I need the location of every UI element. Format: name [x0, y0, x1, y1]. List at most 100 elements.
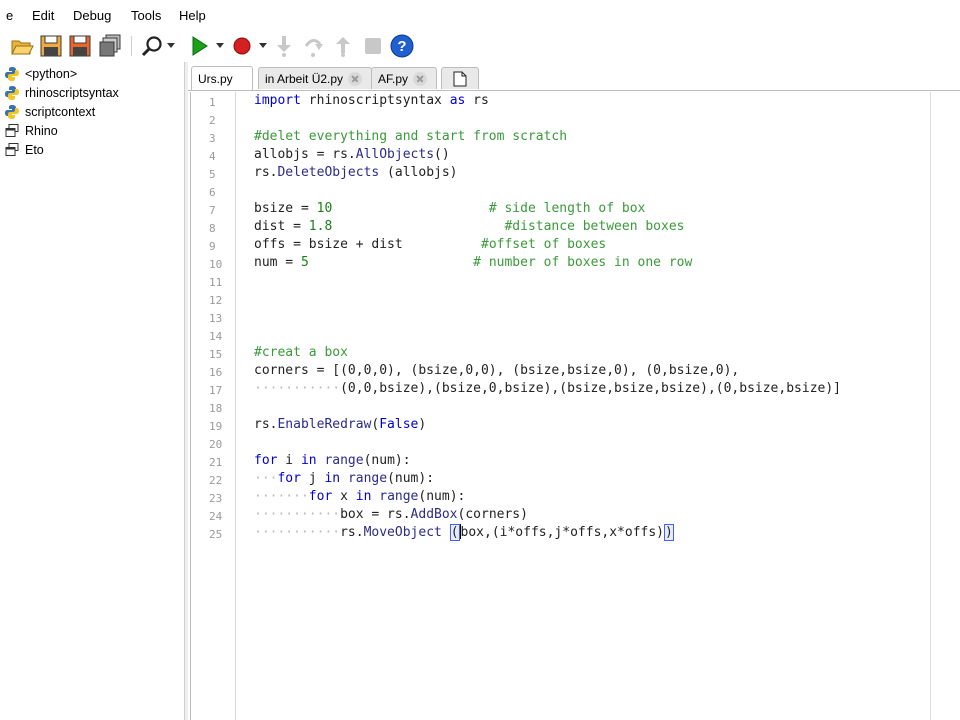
- namespace-icon: [5, 143, 19, 156]
- tree-item-eto[interactable]: Eto: [4, 141, 44, 159]
- tree-item-rhinoscriptsyntax[interactable]: rhinoscriptsyntax: [4, 84, 119, 102]
- tab-label: in Arbeit Ü2.py: [265, 71, 344, 86]
- menu-file[interactable]: e: [6, 8, 13, 23]
- panel-splitter[interactable]: [185, 62, 188, 720]
- keyword: for: [254, 453, 278, 468]
- function-name: EnableRedraw: [277, 417, 372, 432]
- namespace-icon: [5, 124, 19, 137]
- code-text: (corners): [457, 507, 528, 522]
- code-line-4: allobjs = rs.AllObjects(): [254, 146, 450, 164]
- code-text: (num):: [418, 489, 466, 504]
- code-line-1: import rhinoscriptsyntax as rs: [254, 92, 489, 110]
- tree-item-rhino[interactable]: Rhino: [4, 122, 58, 140]
- code-line-9: offs = bsize + dist #offset of boxes: [254, 236, 606, 254]
- chevron-down-icon[interactable]: [216, 43, 224, 49]
- close-icon[interactable]: [348, 71, 363, 86]
- tree-item-label: Rhino: [25, 124, 58, 138]
- code-line-3: #delet everything and start from scratch: [254, 129, 568, 144]
- comment: #distance between boxes: [504, 219, 685, 234]
- function-name: DeleteObjects: [277, 165, 380, 180]
- keyword: as: [449, 93, 466, 108]
- menu-help[interactable]: Help: [179, 8, 206, 23]
- code-area[interactable]: import rhinoscriptsyntax as rs #delet ev…: [254, 92, 924, 720]
- line-number: 9: [209, 240, 216, 253]
- code-text: rs.: [254, 165, 278, 180]
- function-name: AllObjects: [355, 147, 435, 162]
- tab-in-arbeit-u2-py[interactable]: in Arbeit Ü2.py: [258, 67, 372, 89]
- line-number: 2: [209, 114, 216, 127]
- code-text: (allobjs): [379, 165, 458, 180]
- code-line-21: for i in range(num):: [254, 452, 411, 470]
- tab-urs-py[interactable]: Urs.py: [191, 66, 253, 90]
- code-editor[interactable]: 1 2 3 4 5 6 7 8 9 10 11 12 13 14 15 16 1…: [190, 92, 931, 720]
- code-text: rs.: [254, 417, 278, 432]
- line-number: 23: [209, 492, 223, 505]
- step-over-icon[interactable]: [301, 34, 325, 58]
- save-as-icon[interactable]: [68, 34, 92, 58]
- code-line-17: ···········(0,0,bsize),(bsize,0,bsize),(…: [254, 380, 841, 398]
- whitespace-dots: ···········: [254, 507, 341, 522]
- step-into-icon[interactable]: [272, 34, 296, 58]
- line-number: 15: [209, 348, 223, 361]
- line-number: 13: [209, 312, 223, 325]
- comment: #offset of boxes: [481, 237, 607, 252]
- save-all-icon[interactable]: [98, 34, 122, 58]
- code-line-23: ·······for x in range(num):: [254, 488, 465, 506]
- function-name: range: [324, 453, 364, 468]
- close-icon[interactable]: [413, 71, 428, 86]
- code-line-25: ···········rs.MoveObject (box,(i*offs,j*…: [254, 524, 674, 542]
- matched-bracket: ): [664, 524, 674, 541]
- menu-debug[interactable]: Debug: [73, 8, 111, 23]
- menu-edit[interactable]: Edit: [32, 8, 54, 23]
- run-icon[interactable]: [187, 34, 211, 58]
- tab-af-py[interactable]: AF.py: [371, 67, 437, 89]
- line-number: 19: [209, 420, 223, 433]
- code-text: bsize =: [254, 201, 317, 216]
- code-line-7: bsize = 10 # side length of box: [254, 200, 645, 218]
- tree-item-scriptcontext[interactable]: scriptcontext: [4, 103, 95, 121]
- code-text: box = rs.: [340, 507, 411, 522]
- python-icon: [5, 86, 19, 100]
- python-icon: [5, 105, 19, 119]
- toolbar-separator: [131, 36, 132, 56]
- code-text: (0,0,bsize),(bsize,0,bsize),(bsize,bsize…: [340, 381, 841, 396]
- line-number: 1: [209, 96, 216, 109]
- function-name: range: [379, 489, 419, 504]
- whitespace-dots: ···········: [254, 525, 341, 540]
- comment: # number of boxes in one row: [473, 255, 693, 270]
- code-text: rs.: [340, 525, 364, 540]
- stop-icon[interactable]: [361, 34, 385, 58]
- svg-text:?: ?: [397, 38, 406, 55]
- save-icon[interactable]: [39, 34, 63, 58]
- find-icon[interactable]: [140, 34, 164, 58]
- new-file-icon: [453, 71, 467, 86]
- chevron-down-icon[interactable]: [167, 43, 175, 49]
- keyword: in: [355, 489, 372, 504]
- help-icon[interactable]: ?: [390, 34, 414, 58]
- function-name: range: [347, 471, 388, 486]
- keyword: import: [254, 93, 301, 108]
- code-text: box,(i*offs,j*offs,x*offs): [460, 525, 665, 540]
- breakpoint-icon[interactable]: [230, 34, 254, 58]
- chevron-down-icon[interactable]: [259, 43, 267, 49]
- code-text: allobjs = rs.: [254, 147, 356, 162]
- number-literal: 1.8: [308, 219, 333, 234]
- tree-item-python[interactable]: <python>: [4, 65, 77, 83]
- whitespace-dots: ···········: [254, 381, 341, 396]
- function-name: MoveObject: [363, 525, 442, 540]
- step-out-icon[interactable]: [331, 34, 355, 58]
- menu-tools[interactable]: Tools: [131, 8, 161, 23]
- new-tab-button[interactable]: [441, 67, 479, 89]
- code-text: rhinoscriptsyntax: [300, 93, 450, 108]
- open-icon[interactable]: [10, 34, 34, 58]
- code-line-10: num = 5 # number of boxes in one row: [254, 254, 692, 272]
- matched-bracket: (: [449, 524, 460, 541]
- line-number: 3: [209, 132, 216, 145]
- code-text: dist =: [254, 219, 309, 234]
- code-text: x: [332, 489, 356, 504]
- code-line-15: #creat a box: [254, 345, 348, 360]
